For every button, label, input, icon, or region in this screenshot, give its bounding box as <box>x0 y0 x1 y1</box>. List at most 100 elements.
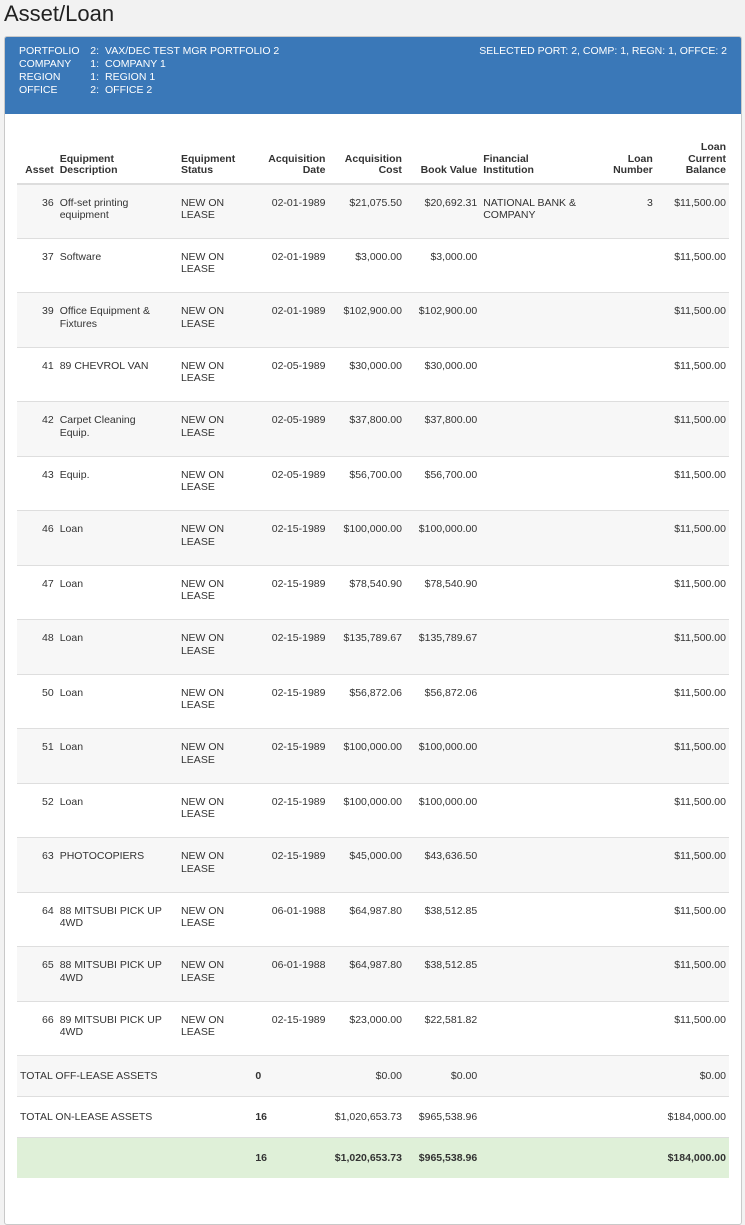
header-num: 1: <box>90 71 99 83</box>
cell-acquisition-cost: $78,540.90 <box>349 577 402 590</box>
cell-loan-number <box>597 674 656 729</box>
cell-financial-institution <box>480 947 597 1002</box>
cell-asset: 50 <box>42 686 54 699</box>
cell-book-value: $38,512.85 <box>424 904 478 917</box>
cell-loan-number <box>597 511 656 566</box>
table-row: 51 Loan NEW ON LEASE 02-15-1989 $100,000.00 $1… <box>17 728 729 783</box>
cell-book-value: $100,000.00 <box>418 523 478 535</box>
cell-book-value: $38,512.85 <box>424 959 478 971</box>
cell-loan-balance: $11,500.00 <box>674 305 726 317</box>
table-row: 48 Loan NEW ON LEASE 02-15-1989 $135,789.67 $1… <box>17 619 729 675</box>
cell-loan-number <box>597 456 656 511</box>
cell-asset: 66 <box>42 1013 54 1026</box>
cell-acquisition-cost: $21,075.50 <box>349 196 402 209</box>
selected-summary: SELECTED PORT: 2, COMP: 1, REGN: 1, OFFC… <box>479 45 727 57</box>
cell-asset: 39 <box>42 305 54 317</box>
cell-asset: 52 <box>42 795 54 808</box>
table-row: 36 Off-set printing equipment NEW ON LEASE 02… <box>17 183 729 238</box>
cell-loan-balance: $11,500.00 <box>674 250 726 263</box>
col-equipment-description: Equipment Description <box>56 142 178 185</box>
cell-loan-number <box>597 1001 656 1056</box>
cell-equipment-description: Off-set printing equipment <box>59 196 129 222</box>
col-asset: Asset <box>17 142 57 185</box>
total-off-lease-row: TOTAL OFF-LEASE ASSETS 0 $0.00 $0.00 $0.… <box>17 1055 729 1097</box>
cell-equipment-status: NEW ON LEASE <box>180 686 225 712</box>
cell-acquisition-cost: $30,000.00 <box>349 359 402 372</box>
page-title: Asset/Loan <box>4 1 115 26</box>
table-row: 43 Equip. NEW ON LEASE 02-05-1989 $56,700.00 $… <box>17 456 729 511</box>
cell-acquisition-cost: $100,000.00 <box>343 741 402 753</box>
col-equipment-status: Equipment Status <box>177 142 256 185</box>
cell-acquisition-cost: $3,000.00 <box>355 250 402 263</box>
cell-acquisition-cost: $56,872.06 <box>349 686 402 699</box>
cell-loan-balance: $11,500.00 <box>674 850 726 862</box>
cell-acquisition-cost: $135,789.67 <box>343 632 402 644</box>
cell-asset: 37 <box>42 250 54 263</box>
header-row-region: REGION 1: REGION 1 <box>19 71 155 84</box>
cell-equipment-description: Loan <box>59 523 84 535</box>
cell-financial-institution <box>480 293 597 348</box>
header-value: VAX/DEC TEST MGR PORTFOLIO 2 <box>105 45 280 57</box>
cell-loan-balance: $11,500.00 <box>674 359 726 372</box>
cell-acquisition-cost: $23,000.00 <box>349 1013 402 1026</box>
header-row-portfolio: PORTFOLIO 2: VAX/DEC TEST MGR PORTFOLIO … <box>19 45 279 58</box>
cell-equipment-description: 89 MITSUBI PICK UP 4WD <box>59 1013 162 1039</box>
cell-acquisition-date: 02-05-1989 <box>271 414 326 426</box>
total-book-value: $965,538.96 <box>418 1110 478 1123</box>
total-count: 16 <box>255 1110 267 1123</box>
header-num: 2: <box>90 45 99 57</box>
cell-acquisition-cost: $64,987.80 <box>349 959 402 971</box>
table-row: 39 Office Equipment & Fixtures NEW ON LEASE 0… <box>17 292 729 348</box>
total-balance: $0.00 <box>699 1069 726 1082</box>
grand-total-cost: $1,020,653.73 <box>334 1151 402 1164</box>
cell-loan-balance: $11,500.00 <box>674 414 726 426</box>
cell-asset: 51 <box>42 741 54 753</box>
total-cost: $1,020,653.73 <box>334 1110 402 1123</box>
header-label: OFFICE <box>19 84 58 96</box>
cell-financial-institution <box>480 892 597 947</box>
total-balance: $184,000.00 <box>667 1110 726 1123</box>
total-count: 0 <box>255 1069 262 1082</box>
table-row: 52 Loan NEW ON LEASE 02-15-1989 $100,000.00 $1… <box>17 783 729 838</box>
cell-asset: 43 <box>42 468 54 481</box>
cell-loan-balance: $11,500.00 <box>674 959 726 971</box>
header-label: REGION <box>19 71 61 83</box>
cell-loan-balance: $11,500.00 <box>674 795 726 808</box>
cell-asset: 41 <box>42 359 54 372</box>
cell-financial-institution <box>480 783 597 838</box>
cell-acquisition-date: 02-01-1989 <box>271 196 326 209</box>
cell-loan-balance: $11,500.00 <box>674 577 726 590</box>
header-value: COMPANY 1 <box>105 58 166 70</box>
cell-loan-number <box>597 620 656 675</box>
cell-equipment-status: NEW ON LEASE <box>180 850 225 875</box>
cell-financial-institution <box>480 456 597 511</box>
cell-equipment-description: 89 CHEVROL VAN <box>59 359 149 372</box>
cell-acquisition-cost: $64,987.80 <box>349 904 402 917</box>
total-label: TOTAL OFF-LEASE ASSETS <box>20 1069 158 1082</box>
cell-equipment-status: NEW ON LEASE <box>180 196 225 222</box>
header-label: COMPANY <box>19 58 72 70</box>
cell-book-value: $37,800.00 <box>424 414 478 426</box>
table-row: 47 Loan NEW ON LEASE 02-15-1989 $78,540.90 $78… <box>17 565 729 620</box>
cell-loan-number <box>597 402 656 457</box>
cell-loan-balance: $11,500.00 <box>674 196 726 209</box>
total-on-lease-row: TOTAL ON-LEASE ASSETS 16 $1,020,653.73 $… <box>17 1096 729 1138</box>
header-value: REGION 1 <box>105 71 156 83</box>
cell-acquisition-cost: $100,000.00 <box>343 795 402 808</box>
cell-book-value: $100,000.00 <box>418 741 478 753</box>
cell-book-value: $102,900.00 <box>418 305 478 317</box>
report-panel: PORTFOLIO 2: VAX/DEC TEST MGR PORTFOLIO … <box>4 36 742 1225</box>
cell-book-value: $30,000.00 <box>424 359 478 372</box>
cell-loan-number <box>597 293 656 348</box>
cell-book-value: $56,872.06 <box>424 686 478 699</box>
cell-acquisition-date: 02-15-1989 <box>271 577 326 590</box>
cell-equipment-description: Loan <box>59 795 84 808</box>
cell-equipment-status: NEW ON LEASE <box>180 305 225 330</box>
cell-equipment-status: NEW ON LEASE <box>180 795 225 821</box>
cell-acquisition-date: 02-05-1989 <box>271 468 326 481</box>
cell-loan-balance: $11,500.00 <box>674 632 726 644</box>
cell-loan-number <box>597 238 656 293</box>
cell-equipment-description: 88 MITSUBI PICK UP 4WD <box>59 904 162 930</box>
cell-acquisition-date: 06-01-1988 <box>271 959 326 971</box>
cell-loan-number <box>597 565 656 620</box>
